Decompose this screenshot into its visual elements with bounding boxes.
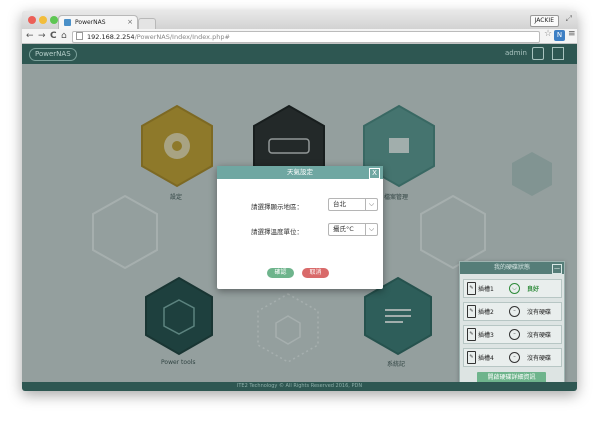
browser-menu-icon[interactable]: ≡ xyxy=(568,29,576,39)
fullscreen-icon[interactable]: ⤢ xyxy=(566,14,572,24)
url-host: 192.168.2.254 xyxy=(87,33,135,41)
region-value: 台北 xyxy=(333,200,346,208)
disk-slot-row: ✎ 插槽1 ◡ 良好 xyxy=(463,279,562,298)
slot-label: 插槽1 xyxy=(478,286,494,293)
region-select[interactable]: 台北 ⌵ xyxy=(328,198,378,211)
region-label: 請選擇顯示地區： xyxy=(251,203,303,211)
close-window-button[interactable] xyxy=(28,16,36,24)
new-tab-button[interactable] xyxy=(138,18,156,29)
slot-status: 良好 xyxy=(527,286,540,293)
bookmark-star-icon[interactable]: ☆ xyxy=(544,29,552,39)
slot-label: 插槽2 xyxy=(478,309,494,316)
user-icon[interactable] xyxy=(532,47,544,60)
favicon-icon xyxy=(64,19,71,26)
disk-icon: ✎ xyxy=(467,351,476,364)
dialog-title: 天氣設定 xyxy=(217,166,383,179)
neutral-face-icon: – xyxy=(509,352,520,363)
dialog-close-button[interactable]: X xyxy=(369,168,380,179)
browser-window: PowerNAS × JACKIE ⤢ ← → C ⌂ 192.168.2.25… xyxy=(22,11,577,391)
unit-value: 攝氏°C xyxy=(333,225,354,233)
unit-select[interactable]: 攝氏°C ⌵ xyxy=(328,223,378,236)
tab-title: PowerNAS xyxy=(75,19,106,26)
address-bar[interactable]: 192.168.2.254/PowerNAS/Index/Index.php# xyxy=(72,31,540,43)
footer: ITE2 Technology © All Rights Reserved 20… xyxy=(22,382,577,391)
disk-icon: ✎ xyxy=(467,328,476,341)
slot-status: 沒有硬碟 xyxy=(527,309,552,316)
neutral-face-icon: – xyxy=(509,306,520,317)
disk-slot-row: ✎ 插槽3 – 沒有硬碟 xyxy=(463,325,562,344)
confirm-button[interactable]: 確認 xyxy=(267,268,294,278)
title-bar: PowerNAS × JACKIE ⤢ xyxy=(22,11,577,30)
powernas-app: PowerNAS admin 設定 檔案管理 Power tools 系統記 我… xyxy=(22,44,577,391)
minimize-window-button[interactable] xyxy=(39,16,47,24)
page-icon xyxy=(76,32,83,40)
disk-slot-row: ✎ 插槽2 – 沒有硬碟 xyxy=(463,302,562,321)
chevron-down-icon: ⌵ xyxy=(365,224,377,235)
slot-label: 插槽3 xyxy=(478,332,494,339)
disk-slot-row: ✎ 插槽4 – 沒有硬碟 xyxy=(463,348,562,367)
cancel-button[interactable]: 取消 xyxy=(302,268,329,278)
profile-chip[interactable]: JACKIE xyxy=(529,15,559,27)
disk-icon: ✎ xyxy=(467,282,476,295)
browser-toolbar: ← → C ⌂ 192.168.2.254/PowerNAS/Index/Ind… xyxy=(22,29,577,44)
disk-icon: ✎ xyxy=(467,305,476,318)
smile-icon: ◡ xyxy=(509,283,520,294)
unit-label: 請選擇溫度單位： xyxy=(251,228,303,236)
disk-panel-title: 我的硬碟狀態 xyxy=(460,262,564,274)
back-icon[interactable]: ← xyxy=(26,30,34,42)
maximize-window-button[interactable] xyxy=(50,16,58,24)
minimize-panel-button[interactable]: — xyxy=(552,264,562,274)
reload-icon[interactable]: C xyxy=(50,30,57,42)
app-header: PowerNAS admin xyxy=(22,44,577,64)
slot-status: 沒有硬碟 xyxy=(527,332,552,339)
url-path: /PowerNAS/Index/Index.php# xyxy=(134,33,230,41)
chevron-down-icon: ⌵ xyxy=(365,199,377,210)
slot-label: 插槽4 xyxy=(478,355,494,362)
home-icon[interactable]: ⌂ xyxy=(61,30,67,42)
neutral-face-icon: – xyxy=(509,329,520,340)
tab-close-icon[interactable]: × xyxy=(127,18,133,26)
forward-icon[interactable]: → xyxy=(38,30,46,42)
extension-icon[interactable]: N xyxy=(554,30,565,41)
weather-settings-dialog: 天氣設定 X 請選擇顯示地區： 台北 ⌵ 請選擇溫度單位： 攝氏°C ⌵ 確認 … xyxy=(217,166,383,289)
disk-status-panel: 我的硬碟狀態 — ✎ 插槽1 ◡ 良好 ✎ 插槽2 – 沒有硬碟 ✎ 插槽3 –… xyxy=(459,261,565,391)
logo: PowerNAS xyxy=(29,48,77,61)
browser-tab[interactable]: PowerNAS × xyxy=(58,15,138,30)
slot-status: 沒有硬碟 xyxy=(527,355,552,362)
logout-icon[interactable] xyxy=(552,47,564,60)
username[interactable]: admin xyxy=(505,49,527,57)
